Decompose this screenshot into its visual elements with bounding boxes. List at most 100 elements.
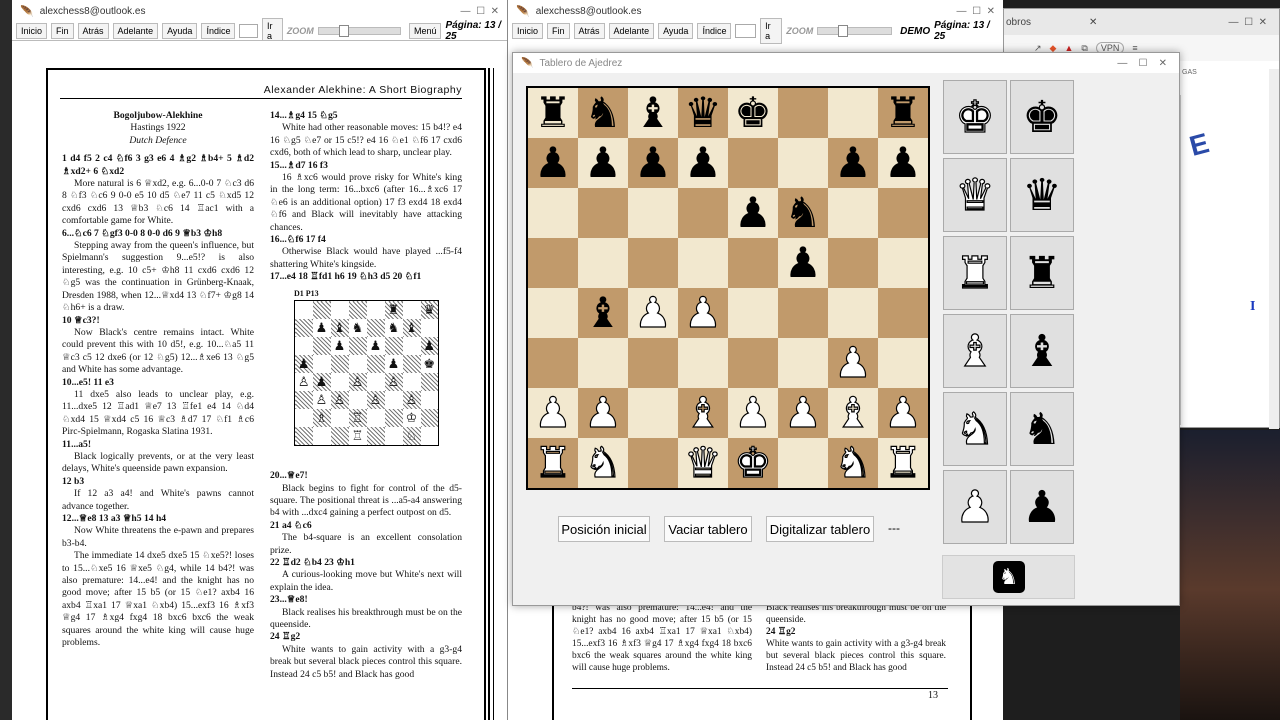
- board-square[interactable]: ♝: [578, 288, 628, 338]
- board-square[interactable]: ♟: [828, 338, 878, 388]
- board-square[interactable]: ♜: [878, 438, 928, 488]
- board-square[interactable]: [778, 288, 828, 338]
- board-square[interactable]: ♟: [528, 138, 578, 188]
- board-square[interactable]: [628, 188, 678, 238]
- white-pawn-icon[interactable]: ♟: [884, 391, 923, 434]
- black-bishop-icon[interactable]: ♝: [634, 92, 672, 134]
- black-rook-icon[interactable]: ♜: [884, 92, 922, 134]
- board-square[interactable]: [828, 238, 878, 288]
- black-knight-icon[interactable]: ♞: [784, 192, 822, 234]
- board-square[interactable]: ♜: [528, 88, 578, 138]
- palette-slot[interactable]: ♚: [943, 80, 1007, 154]
- page-input[interactable]: [735, 24, 757, 38]
- atras-button[interactable]: Atrás: [77, 23, 109, 39]
- black-pawn-icon[interactable]: ♟: [884, 142, 922, 184]
- right-window-titlebar[interactable]: 🪶 alexchess8@outlook.es — ☐ ✕: [508, 0, 1003, 22]
- close-icon[interactable]: ✕: [1089, 17, 1097, 35]
- board-square[interactable]: ♟: [528, 388, 578, 438]
- palette-slot[interactable]: ♟: [943, 470, 1007, 544]
- menu-button[interactable]: Menú: [408, 23, 442, 39]
- palette-slot[interactable]: ♟: [1010, 470, 1074, 544]
- board-square[interactable]: [828, 188, 878, 238]
- board-square[interactable]: ♟: [728, 388, 778, 438]
- digitize-board-button[interactable]: Digitalizar tablero: [766, 516, 874, 542]
- board-square[interactable]: [728, 288, 778, 338]
- board-square[interactable]: [878, 338, 928, 388]
- chess-board[interactable]: ♜ ♞ ♝ ♛ ♚ ♜ ♟ ♟ ♟ ♟ ♟ ♟ ♟ ♞ ♟ ♝ ♟ ♟ ♟ ♟ ♟ ♝ ♟ ♟ ♝ ♟ ♜ ♞ ♛ ♚ ♞ ♜: [526, 86, 930, 490]
- adelante-button[interactable]: Adelante: [608, 23, 655, 39]
- inicio-button[interactable]: Inicio: [512, 23, 544, 39]
- black-pawn-icon[interactable]: ♟: [784, 242, 822, 284]
- scrollbar[interactable]: [1269, 69, 1279, 429]
- board-square[interactable]: ♛: [678, 438, 728, 488]
- white-bishop-icon[interactable]: ♝: [834, 391, 873, 434]
- window-controls[interactable]: — ☐ ✕: [1117, 58, 1179, 69]
- board-square[interactable]: ♟: [878, 138, 928, 188]
- white-pawn-icon[interactable]: ♟: [784, 391, 823, 434]
- palette-slot[interactable]: ♚: [1010, 80, 1074, 154]
- board-square[interactable]: [528, 188, 578, 238]
- camera-button[interactable]: ♞: [942, 555, 1075, 599]
- black-pawn-icon[interactable]: ♟: [584, 142, 622, 184]
- board-square[interactable]: ♟: [678, 288, 728, 338]
- board-square[interactable]: [578, 238, 628, 288]
- board-square[interactable]: ♚: [728, 438, 778, 488]
- board-square[interactable]: [628, 438, 678, 488]
- indice-button[interactable]: Índice: [697, 23, 732, 39]
- window-controls[interactable]: — ☐ ✕: [1229, 17, 1279, 35]
- black-pawn-icon[interactable]: ♟: [734, 192, 772, 234]
- white-queen-icon[interactable]: ♛: [684, 441, 723, 484]
- black-knight-icon[interactable]: ♞: [584, 92, 622, 134]
- board-square[interactable]: ♝: [678, 388, 728, 438]
- board-square[interactable]: [878, 288, 928, 338]
- board-square[interactable]: [528, 288, 578, 338]
- black-rook-icon[interactable]: ♜: [534, 92, 572, 134]
- board-square[interactable]: [678, 238, 728, 288]
- board-square[interactable]: ♟: [578, 388, 628, 438]
- board-square[interactable]: ♜: [528, 438, 578, 488]
- white-knight-icon[interactable]: ♞: [584, 441, 623, 484]
- white-pawn-icon[interactable]: ♟: [834, 341, 873, 384]
- palette-slot[interactable]: ♜: [943, 236, 1007, 310]
- board-square[interactable]: ♟: [778, 238, 828, 288]
- board-square[interactable]: ♚: [728, 88, 778, 138]
- white-pawn-icon[interactable]: ♟: [734, 391, 773, 434]
- left-window-titlebar[interactable]: 🪶 alexchess8@outlook.es — ☐ ✕: [12, 0, 507, 22]
- board-square[interactable]: [728, 138, 778, 188]
- ayuda-button[interactable]: Ayuda: [162, 23, 198, 39]
- board-square[interactable]: ♞: [828, 438, 878, 488]
- board-square[interactable]: [778, 438, 828, 488]
- board-square[interactable]: ♟: [778, 388, 828, 438]
- white-pawn-icon[interactable]: ♟: [584, 391, 623, 434]
- page-input[interactable]: [239, 24, 259, 38]
- palette-slot[interactable]: ♝: [1010, 314, 1074, 388]
- atras-button[interactable]: Atrás: [573, 23, 605, 39]
- black-pawn-icon[interactable]: ♟: [534, 142, 572, 184]
- board-square[interactable]: ♝: [828, 388, 878, 438]
- inicio-button[interactable]: Inicio: [16, 23, 48, 39]
- browser-tab[interactable]: obros ✕ — ☐ ✕: [1004, 9, 1279, 35]
- board-square[interactable]: [578, 188, 628, 238]
- palette-slot[interactable]: ♜: [1010, 236, 1074, 310]
- white-pawn-icon[interactable]: ♟: [534, 391, 573, 434]
- adelante-button[interactable]: Adelante: [112, 23, 159, 39]
- board-square[interactable]: [678, 188, 728, 238]
- board-square[interactable]: [728, 338, 778, 388]
- board-window-titlebar[interactable]: 🪶 Tablero de Ajedrez — ☐ ✕: [513, 53, 1179, 73]
- board-square[interactable]: [678, 338, 728, 388]
- board-square[interactable]: [778, 338, 828, 388]
- white-pawn-icon[interactable]: ♟: [634, 291, 673, 334]
- board-square[interactable]: [778, 138, 828, 188]
- board-square[interactable]: ♟: [678, 138, 728, 188]
- zoom-slider[interactable]: [817, 25, 893, 37]
- board-square[interactable]: ♟: [828, 138, 878, 188]
- indice-button[interactable]: Índice: [201, 23, 236, 39]
- black-queen-icon[interactable]: ♛: [684, 92, 722, 134]
- black-pawn-icon[interactable]: ♟: [834, 142, 872, 184]
- palette-slot[interactable]: ♞: [1010, 392, 1074, 466]
- board-square[interactable]: ♟: [628, 138, 678, 188]
- page-link[interactable]: I: [1250, 299, 1255, 315]
- white-pawn-icon[interactable]: ♟: [684, 291, 723, 334]
- board-square[interactable]: ♞: [578, 88, 628, 138]
- board-square[interactable]: [528, 238, 578, 288]
